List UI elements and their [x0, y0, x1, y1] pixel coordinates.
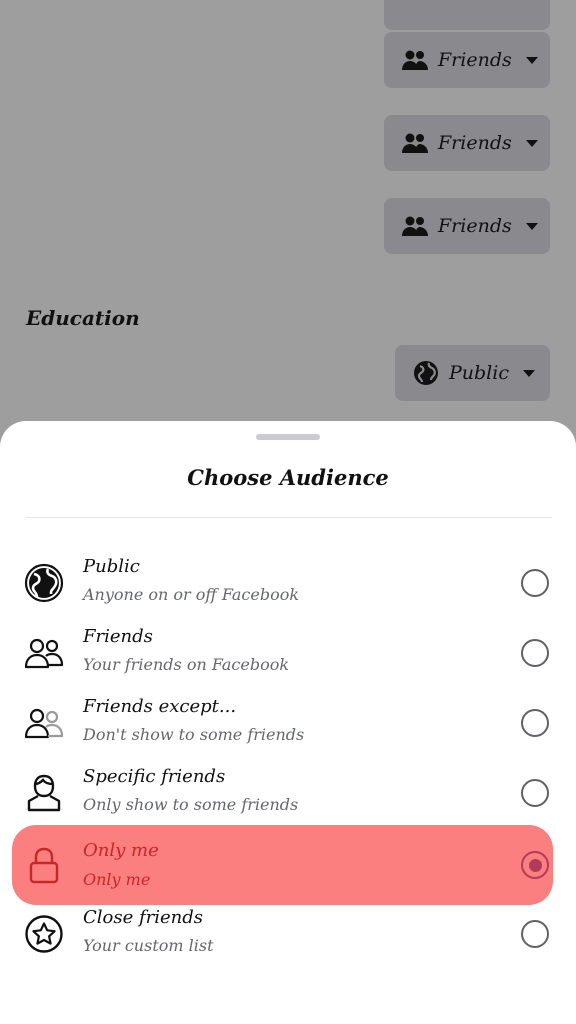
caret-down-icon — [525, 222, 538, 230]
friends-icon — [24, 633, 64, 673]
audience-button-label: Friends — [438, 49, 512, 71]
option-title: Friends — [83, 626, 153, 647]
audience-option-specific-friends[interactable]: Specific friends Only show to some frien… — [12, 758, 553, 828]
people-icon — [402, 47, 428, 73]
specific-friend-icon — [24, 773, 64, 813]
audience-option-friends-except[interactable]: Friends except... Don't show to some fri… — [12, 688, 553, 758]
radio-button[interactable] — [521, 779, 549, 807]
section-heading-education: Education — [26, 306, 140, 330]
audience-option-close-friends[interactable]: Close friends Your custom list — [12, 899, 553, 969]
option-title: Public — [83, 556, 140, 577]
caret-down-icon — [522, 369, 535, 377]
radio-button[interactable] — [521, 709, 549, 737]
option-subtitle: Your custom list — [83, 936, 214, 955]
sheet-title: Choose Audience — [187, 465, 389, 490]
audience-option-public[interactable]: Public Anyone on or off Facebook — [12, 548, 553, 618]
audience-button-top-partial[interactable] — [384, 0, 550, 30]
option-title: Close friends — [83, 907, 204, 928]
radio-button-selected[interactable] — [521, 851, 549, 879]
radio-button[interactable] — [521, 920, 549, 948]
option-title: Only me — [83, 840, 159, 861]
audience-button-label: Friends — [438, 215, 512, 237]
audience-option-only-me[interactable]: Only me Only me — [12, 825, 553, 905]
audience-button-label: Public — [449, 362, 509, 384]
option-subtitle: Your friends on Facebook — [83, 655, 290, 674]
option-subtitle: Anyone on or off Facebook — [83, 585, 300, 604]
option-subtitle: Don't show to some friends — [83, 725, 305, 744]
divider — [26, 517, 552, 518]
star-icon — [24, 914, 64, 954]
globe-icon — [413, 360, 439, 386]
audience-option-friends[interactable]: Friends Your friends on Facebook — [12, 618, 553, 688]
audience-button-friends-3[interactable]: Friends — [384, 198, 550, 254]
caret-down-icon — [525, 139, 538, 147]
choose-audience-sheet: Choose Audience Public Anyone on or off … — [0, 421, 576, 1024]
audience-button-public[interactable]: Public — [395, 345, 550, 401]
audience-button-label: Friends — [438, 132, 512, 154]
screen: Friends Friends Friends Education Public… — [0, 0, 576, 1024]
audience-button-friends-1[interactable]: Friends — [384, 32, 550, 88]
option-title: Specific friends — [83, 766, 226, 787]
lock-icon — [24, 845, 64, 885]
globe-icon — [24, 563, 64, 603]
option-subtitle: Only me — [83, 870, 151, 889]
radio-button[interactable] — [521, 639, 549, 667]
audience-button-friends-2[interactable]: Friends — [384, 115, 550, 171]
people-icon — [402, 130, 428, 156]
option-title: Friends except... — [83, 696, 237, 717]
caret-down-icon — [525, 56, 538, 64]
people-icon — [402, 213, 428, 239]
sheet-grabber-handle[interactable] — [256, 434, 320, 440]
radio-button[interactable] — [521, 569, 549, 597]
option-subtitle: Only show to some friends — [83, 795, 299, 814]
friends-except-icon — [24, 703, 64, 743]
